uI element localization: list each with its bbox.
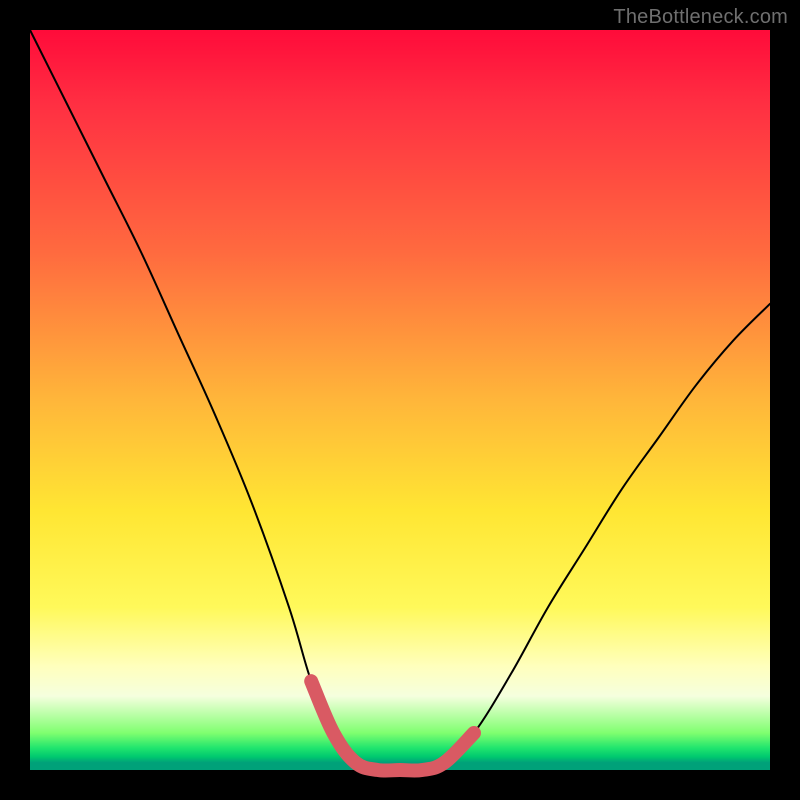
chart-frame: TheBottleneck.com [0,0,800,800]
plot-area [30,30,770,770]
bottleneck-curve-path [30,30,770,771]
sweet-spot-highlight-path [311,681,474,770]
watermark-text: TheBottleneck.com [613,6,788,29]
curve-svg [30,30,770,770]
